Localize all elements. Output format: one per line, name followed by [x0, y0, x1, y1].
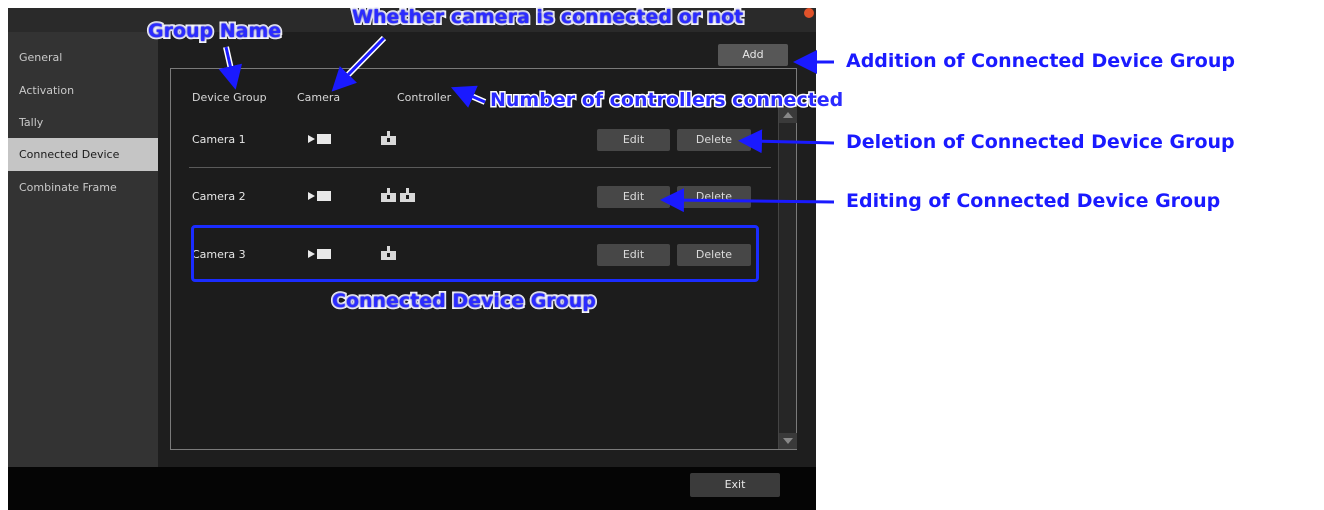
controller-icon	[400, 188, 415, 202]
arrow-up-icon	[783, 112, 793, 118]
close-icon[interactable]	[804, 8, 814, 18]
add-button[interactable]: Add	[718, 44, 788, 66]
camera-connected-icon	[308, 134, 331, 144]
edit-button[interactable]: Edit	[597, 129, 670, 151]
column-header-device-group: Device Group	[192, 91, 267, 104]
controller-icon	[381, 131, 396, 145]
column-header-camera: Camera	[297, 91, 341, 104]
sidebar: General Activation Tally Connected Devic…	[8, 32, 158, 467]
controller-icon	[381, 188, 396, 202]
annotation-group-name: Group Name	[146, 18, 283, 44]
annotation-editing: Editing of Connected Device Group	[846, 190, 1221, 212]
sidebar-item-activation[interactable]: Activation	[8, 74, 158, 107]
sidebar-item-connected-device[interactable]: Connected Device	[8, 138, 158, 171]
annotation-connected-device-group: Connected Device Group	[330, 288, 598, 314]
sidebar-item-combinate-frame[interactable]: Combinate Frame	[8, 171, 158, 204]
sidebar-item-tally[interactable]: Tally	[8, 106, 158, 139]
edit-button[interactable]: Edit	[597, 186, 670, 208]
camera-connected-icon	[308, 191, 331, 201]
sidebar-item-label: Combinate Frame	[19, 181, 117, 194]
annotation-camera-connected: Whether camera is connected or not	[350, 4, 745, 30]
sidebar-item-general[interactable]: General	[8, 41, 158, 74]
list-scrollbar[interactable]	[778, 107, 797, 449]
delete-button[interactable]: Delete	[677, 186, 751, 208]
device-group-name: Camera 1	[192, 133, 246, 146]
sidebar-item-label: Activation	[19, 84, 75, 97]
annotation-deletion: Deletion of Connected Device Group	[846, 131, 1235, 153]
exit-button[interactable]: Exit	[690, 473, 780, 497]
device-group-name: Camera 2	[192, 190, 246, 203]
sidebar-item-label: Connected Device	[19, 148, 120, 161]
row-divider	[189, 167, 771, 168]
annotation-num-controllers: Number of controllers connected	[488, 88, 844, 113]
delete-button[interactable]: Delete	[677, 129, 751, 151]
sidebar-item-label: General	[19, 51, 63, 64]
group-highlight-box	[191, 225, 759, 282]
arrow-down-icon	[783, 438, 793, 444]
scroll-down-button[interactable]	[779, 433, 797, 449]
sidebar-item-label: Tally	[19, 116, 44, 129]
column-header-controller: Controller	[397, 91, 452, 104]
annotation-addition: Addition of Connected Device Group	[846, 50, 1235, 72]
